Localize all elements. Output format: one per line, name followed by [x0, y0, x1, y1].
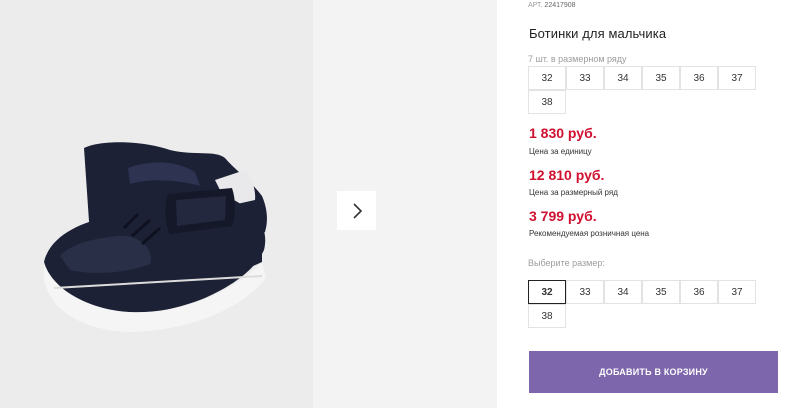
- size-run-cell: 37: [718, 66, 756, 90]
- gallery-next-button[interactable]: [337, 191, 376, 230]
- size-option-32[interactable]: 32: [528, 280, 566, 304]
- size-run-cell: 38: [528, 90, 566, 114]
- front-shoe: [44, 188, 266, 332]
- product-title: Ботинки для мальчика: [529, 26, 667, 41]
- size-run-cell: 33: [566, 66, 604, 90]
- sku: АРТ. 22417908: [528, 2, 576, 9]
- unit-price-label: Цена за единицу: [529, 147, 592, 156]
- size-option-34[interactable]: 34: [604, 280, 642, 304]
- size-run-cell: 34: [604, 66, 642, 90]
- shoes-image: [44, 142, 267, 332]
- size-option-35[interactable]: 35: [642, 280, 680, 304]
- choose-size-label: Выберите размер:: [528, 258, 605, 268]
- product-photo[interactable]: [0, 0, 313, 408]
- size-option-38[interactable]: 38: [528, 304, 566, 328]
- size-option-36[interactable]: 36: [680, 280, 718, 304]
- size-run-cell: 36: [680, 66, 718, 90]
- product-gallery: [0, 0, 497, 408]
- retail-price: 3 799 руб.: [529, 208, 597, 224]
- run-price: 12 810 руб.: [529, 167, 605, 183]
- size-run-note: 7 шт. в размерном ряду: [528, 54, 627, 64]
- add-to-cart-button[interactable]: ДОБАВИТЬ В КОРЗИНУ: [529, 351, 778, 393]
- size-run-cell: 32: [528, 66, 566, 90]
- chevron-right-icon: [352, 202, 362, 219]
- unit-price: 1 830 руб.: [529, 125, 597, 141]
- sku-label: АРТ.: [528, 2, 543, 9]
- run-price-label: Цена за размерный ряд: [529, 188, 618, 197]
- retail-price-label: Рекомендуемая розничная цена: [529, 229, 650, 238]
- size-option-33[interactable]: 33: [566, 280, 604, 304]
- size-run-cell: 35: [642, 66, 680, 90]
- size-option-37[interactable]: 37: [718, 280, 756, 304]
- sku-value: 22417908: [544, 2, 576, 9]
